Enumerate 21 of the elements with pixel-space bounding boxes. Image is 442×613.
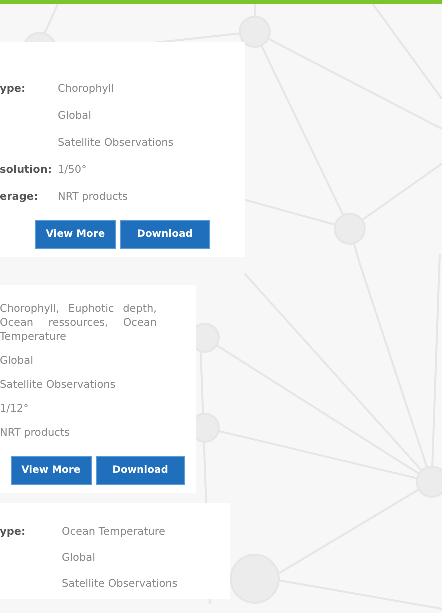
field-label: erage:	[0, 190, 40, 204]
field-value: Chorophyll	[58, 82, 116, 96]
field-label: solution:	[0, 163, 54, 177]
field-value: 1/50°	[58, 163, 88, 177]
field-label: ype:	[0, 82, 27, 96]
field-value: Satellite Observations	[58, 136, 175, 150]
view-more-button[interactable]: View More	[35, 220, 116, 249]
field-value: Satellite Observations	[0, 378, 117, 392]
field-label: ype:	[0, 525, 27, 539]
field-value: Chorophyll, Euphotic depth, Ocean ressources, Ocean Temperature	[0, 302, 157, 344]
field-value: Ocean Temperature	[62, 525, 166, 539]
field-value: Global	[62, 551, 96, 565]
field-value: Satellite Observations	[62, 577, 179, 591]
view-more-button[interactable]: View More	[10, 456, 92, 485]
field-value: 1/12°	[0, 402, 30, 416]
field-value: NRT products	[0, 426, 71, 440]
field-value: Global	[58, 109, 92, 123]
field-value: NRT products	[58, 190, 129, 204]
download-button[interactable]: Download	[96, 456, 186, 485]
download-button[interactable]: Download	[120, 220, 210, 249]
field-value: Global	[0, 354, 34, 368]
